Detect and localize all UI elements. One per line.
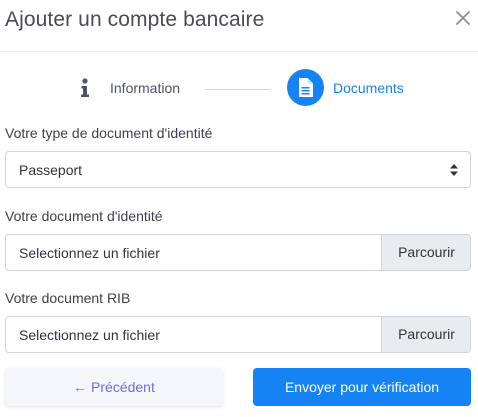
stepper: Information Documents: [0, 68, 478, 108]
step-documents-label[interactable]: Documents: [333, 80, 404, 96]
browse-label: Parcourir: [398, 326, 455, 342]
submit-button-label: Envoyer pour vérification: [284, 379, 440, 395]
rib-document-label: Votre document RIB: [5, 290, 131, 306]
step-information-label[interactable]: Information: [110, 80, 180, 96]
sort-arrows-icon: [450, 164, 458, 176]
close-icon[interactable]: [454, 9, 472, 27]
id-document-browse-button[interactable]: Parcourir: [381, 235, 470, 270]
step-connector: [205, 89, 271, 90]
rib-document-file-placeholder: Selectionnez un fichier: [19, 327, 160, 343]
rib-document-browse-button[interactable]: Parcourir: [381, 317, 470, 352]
modal-title: Ajouter un compte bancaire: [5, 8, 265, 31]
rib-document-file-input[interactable]: Selectionnez un fichier Parcourir: [5, 316, 471, 353]
id-type-select[interactable]: Passeport: [5, 151, 471, 188]
previous-button[interactable]: ← Précédent: [5, 368, 223, 406]
browse-label: Parcourir: [398, 244, 455, 260]
modal-header: Ajouter un compte bancaire: [0, 0, 478, 52]
submit-for-verification-button[interactable]: Envoyer pour vérification: [253, 368, 471, 406]
id-document-label: Votre document d'identité: [5, 208, 163, 224]
step-documents-indicator[interactable]: [287, 69, 324, 106]
document-icon: [299, 78, 313, 97]
id-type-label: Votre type de document d'identité: [5, 125, 213, 141]
id-document-file-input[interactable]: Selectionnez un fichier Parcourir: [5, 234, 471, 271]
info-icon: [81, 78, 89, 97]
add-bank-account-modal: Ajouter un compte bancaire Information D…: [0, 0, 478, 417]
id-type-selected-value: Passeport: [19, 162, 83, 178]
previous-button-label: ← Précédent: [73, 379, 155, 395]
id-document-file-placeholder: Selectionnez un fichier: [19, 245, 160, 261]
